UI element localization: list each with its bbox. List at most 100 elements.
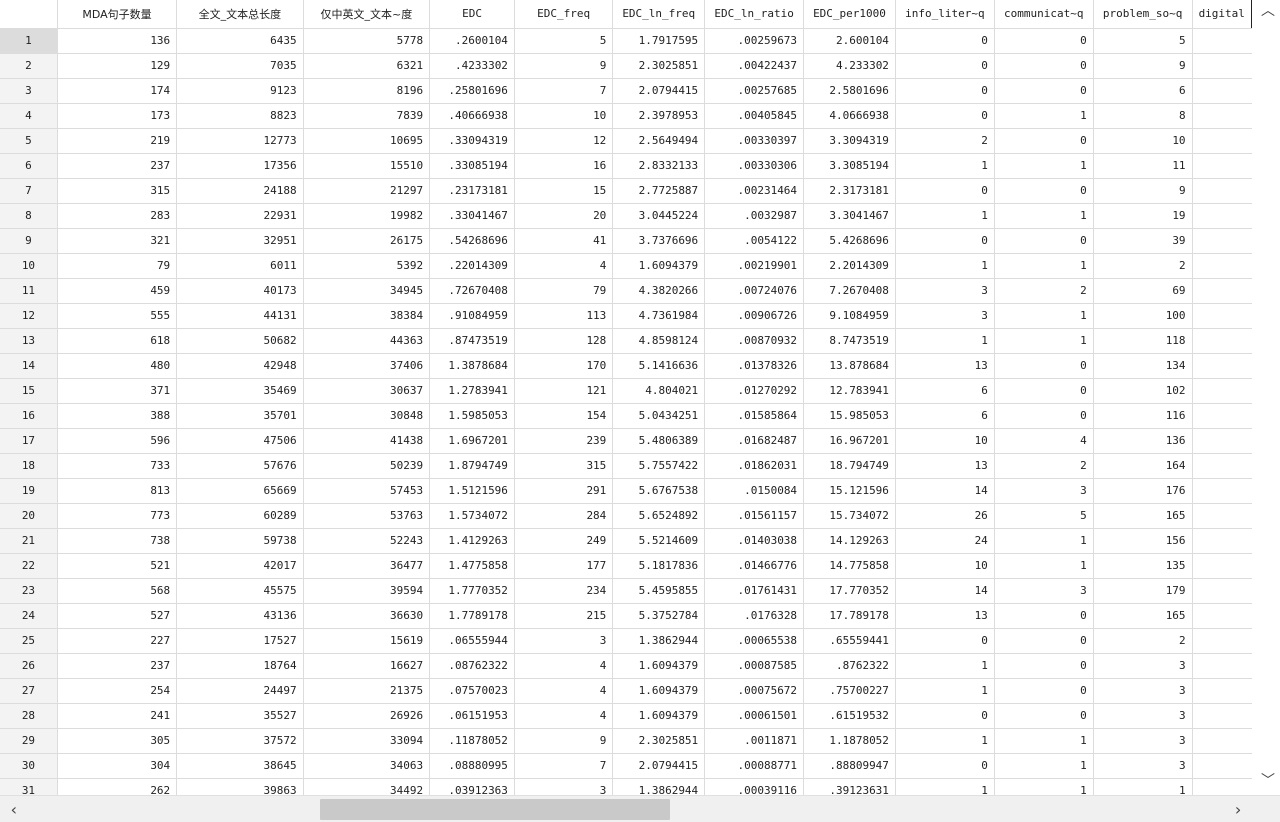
table-row[interactable]: 25 227 17527 15619.06555944 3 1.3862944.00065… bbox=[0, 628, 1252, 654]
table-cell[interactable]: 3 bbox=[1093, 728, 1193, 754]
table-cell[interactable]: 15 bbox=[514, 178, 614, 204]
table-cell[interactable]: 10 bbox=[895, 428, 995, 454]
table-cell[interactable]: 24188 bbox=[176, 178, 304, 204]
horizontal-scrollbar[interactable]: ‹ › bbox=[0, 795, 1280, 822]
table-cell[interactable]: 50682 bbox=[176, 328, 304, 354]
table-cell[interactable]: 1.6094379 bbox=[612, 653, 706, 679]
table-cell[interactable]: .65559441 bbox=[803, 628, 896, 654]
table-cell[interactable]: 38645 bbox=[176, 753, 304, 779]
table-cell[interactable]: 52243 bbox=[303, 528, 431, 554]
table-cell[interactable]: 1.5985053 bbox=[429, 403, 515, 429]
table-cell[interactable]: 1.4129263 bbox=[429, 528, 515, 554]
table-cell[interactable]: 24497 bbox=[176, 678, 304, 704]
table-cell[interactable]: 2.3025851 bbox=[612, 728, 706, 754]
table-cell[interactable]: .00870932 bbox=[704, 328, 805, 354]
table-cell[interactable]: .23173181 bbox=[429, 178, 515, 204]
table-cell[interactable]: 2.3978953 bbox=[612, 103, 706, 129]
column-header[interactable]: problem_so~q bbox=[1093, 0, 1193, 29]
table-row[interactable]: 22 521 42017 36477 1.4775858 177 5.1817836.014… bbox=[0, 553, 1252, 579]
table-cell[interactable]: 39863 bbox=[176, 778, 304, 795]
table-cell[interactable]: .01585864 bbox=[704, 403, 805, 429]
table-cell[interactable]: 15.985053 bbox=[803, 403, 896, 429]
row-number[interactable]: 9 bbox=[0, 228, 58, 254]
table-cell[interactable]: 773 bbox=[57, 503, 178, 529]
table-cell[interactable]: 17527 bbox=[176, 628, 304, 654]
table-cell[interactable]: 6321 bbox=[303, 53, 431, 79]
table-row[interactable]: 23 568 45575 39594 1.7770352 234 5.4595855.017… bbox=[0, 578, 1252, 604]
table-cell[interactable]: 164 bbox=[1093, 453, 1193, 479]
table-cell[interactable]: 128 bbox=[514, 328, 614, 354]
table-cell[interactable]: .0011871 bbox=[704, 728, 805, 754]
table-cell[interactable]: 4 bbox=[994, 428, 1094, 454]
table-cell[interactable]: 733 bbox=[57, 453, 178, 479]
table-cell[interactable]: .00231464 bbox=[704, 178, 805, 204]
table-cell[interactable]: 1 bbox=[895, 203, 995, 229]
table-cell[interactable]: 0 bbox=[994, 653, 1094, 679]
table-cell[interactable]: 1 bbox=[994, 303, 1094, 329]
table-row[interactable]: 29 305 37572 33094.11878052 9 2.3025851.00118… bbox=[0, 728, 1252, 754]
column-header[interactable]: digital bbox=[1192, 0, 1252, 29]
table-cell[interactable]: 3 bbox=[1093, 753, 1193, 779]
table-cell[interactable]: 9 bbox=[1093, 178, 1193, 204]
table-row[interactable]: 3 174 9123 8196.25801696 7 2.0794415.00257685… bbox=[0, 78, 1252, 104]
table-cell[interactable]: 7 bbox=[514, 753, 614, 779]
table-row[interactable]: 9 321 32951 26175.54268696 41 3.7376696.00541… bbox=[0, 228, 1252, 254]
table-cell[interactable]: 12 bbox=[514, 128, 614, 154]
table-cell[interactable]: 0 bbox=[895, 753, 995, 779]
table-cell[interactable]: 14.775858 bbox=[803, 553, 896, 579]
table-cell[interactable]: 5.6524892 bbox=[612, 503, 706, 529]
table-cell[interactable]: .01561157 bbox=[704, 503, 805, 529]
table-cell[interactable]: 7 bbox=[514, 78, 614, 104]
table-cell[interactable]: 7035 bbox=[176, 53, 304, 79]
table-cell[interactable]: 5 bbox=[994, 503, 1094, 529]
table-cell[interactable]: 3.3085194 bbox=[803, 153, 896, 179]
table-cell[interactable]: 10 bbox=[514, 103, 614, 129]
table-cell[interactable]: .01270292 bbox=[704, 378, 805, 404]
table-cell[interactable]: 15.121596 bbox=[803, 478, 896, 504]
row-number[interactable]: 7 bbox=[0, 178, 58, 204]
row-number[interactable]: 23 bbox=[0, 578, 58, 604]
table-cell[interactable]: 234 bbox=[514, 578, 614, 604]
table-cell[interactable]: 10 bbox=[1093, 128, 1193, 154]
row-number[interactable]: 13 bbox=[0, 328, 58, 354]
table-cell[interactable]: 21297 bbox=[303, 178, 431, 204]
column-header[interactable]: 仅中英文_文本~度 bbox=[303, 0, 431, 29]
table-cell[interactable]: 79 bbox=[57, 253, 178, 279]
table-row[interactable]: 6 237 17356 15510.33085194 16 2.8332133.00330… bbox=[0, 153, 1252, 179]
table-cell[interactable]: 1 bbox=[994, 103, 1094, 129]
table-cell[interactable]: 40173 bbox=[176, 278, 304, 304]
table-cell[interactable]: 4.233302 bbox=[803, 53, 896, 79]
row-number[interactable]: 25 bbox=[0, 628, 58, 654]
table-cell[interactable]: .00039116 bbox=[704, 778, 805, 795]
chevron-right-icon[interactable]: › bbox=[1226, 796, 1250, 822]
table-cell[interactable]: 0 bbox=[895, 703, 995, 729]
table-cell[interactable]: 1 bbox=[895, 328, 995, 354]
table-cell[interactable]: .4233302 bbox=[429, 53, 515, 79]
table-cell[interactable]: 9123 bbox=[176, 78, 304, 104]
table-cell[interactable]: .01761431 bbox=[704, 578, 805, 604]
table-cell[interactable]: 24 bbox=[895, 528, 995, 554]
table-cell[interactable]: 219 bbox=[57, 128, 178, 154]
table-cell[interactable] bbox=[1192, 728, 1252, 754]
table-cell[interactable]: 0 bbox=[994, 28, 1094, 54]
table-cell[interactable]: 315 bbox=[57, 178, 178, 204]
table-cell[interactable]: 5.4268696 bbox=[803, 228, 896, 254]
table-cell[interactable]: 480 bbox=[57, 353, 178, 379]
table-cell[interactable]: 15510 bbox=[303, 153, 431, 179]
row-number[interactable]: 29 bbox=[0, 728, 58, 754]
table-row[interactable]: 14 480 42948 37406 1.3878684 170 5.1416636.013… bbox=[0, 353, 1252, 379]
table-cell[interactable]: 16.967201 bbox=[803, 428, 896, 454]
table-cell[interactable]: 121 bbox=[514, 378, 614, 404]
table-cell[interactable] bbox=[1192, 28, 1252, 54]
table-cell[interactable]: 2 bbox=[994, 453, 1094, 479]
table-cell[interactable]: 3.3094319 bbox=[803, 128, 896, 154]
column-header[interactable]: EDC_per1000 bbox=[803, 0, 896, 29]
table-cell[interactable]: 4 bbox=[514, 653, 614, 679]
table-cell[interactable]: 12.783941 bbox=[803, 378, 896, 404]
row-number[interactable]: 27 bbox=[0, 678, 58, 704]
table-row[interactable]: 7 315 24188 21297.23173181 15 2.7725887.00231… bbox=[0, 178, 1252, 204]
table-cell[interactable]: .01862031 bbox=[704, 453, 805, 479]
table-cell[interactable]: 249 bbox=[514, 528, 614, 554]
table-cell[interactable]: 1.6094379 bbox=[612, 253, 706, 279]
table-cell[interactable]: 0 bbox=[994, 628, 1094, 654]
